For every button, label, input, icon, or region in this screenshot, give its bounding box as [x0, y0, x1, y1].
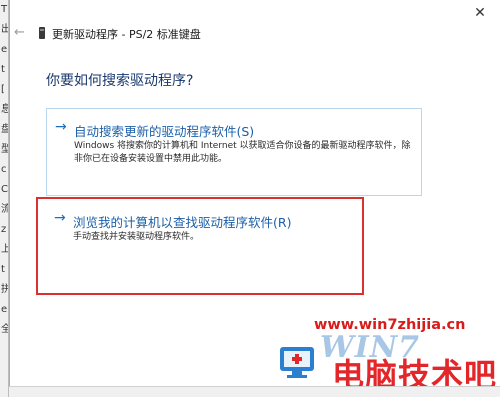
- taskbar-strip: [9, 386, 500, 397]
- option-title[interactable]: 浏览我的计算机以查找驱动程序软件(R): [73, 212, 291, 231]
- option-description: Windows 将搜索你的计算机和 Internet 以获取适合你设备的最新驱动…: [74, 141, 411, 164]
- watermark-monitor-icon: [280, 347, 314, 378]
- background-window-strip: T 出 e t [ 息 盘 型 c C 流 z 上 t 拼 e 全: [0, 0, 9, 397]
- strip-char: t: [1, 64, 5, 75]
- close-button[interactable]: ✕: [468, 4, 492, 22]
- strip-char: 息: [0, 100, 8, 120]
- update-driver-dialog: ← 更新驱动程序 - PS/2 标准键盘 ✕ 你要如何搜索驱动程序? → 自动搜…: [9, 0, 500, 397]
- strip-char: [: [1, 84, 5, 95]
- option-description: 手动查找并安装驱动程序软件。: [73, 232, 200, 242]
- strip-char: 型: [0, 140, 8, 160]
- strip-char: 全: [0, 320, 8, 340]
- strip-char: t: [1, 264, 5, 275]
- strip-char: 上: [0, 240, 8, 260]
- keyboard-device-icon: [39, 27, 45, 39]
- strip-char: T: [1, 4, 8, 15]
- arrow-right-icon: →: [55, 119, 67, 135]
- strip-char: z: [1, 224, 7, 235]
- option-browse-computer[interactable]: → 浏览我的计算机以查找驱动程序软件(R) 手动查找并安装驱动程序软件。: [46, 200, 422, 290]
- strip-char: 流: [0, 200, 8, 220]
- page-heading: 你要如何搜索驱动程序?: [46, 73, 194, 89]
- back-arrow-icon[interactable]: ←: [14, 25, 25, 40]
- option-auto-search[interactable]: → 自动搜索更新的驱动程序软件(S) Windows 将搜索你的计算机和 Int…: [46, 108, 422, 196]
- strip-char: C: [1, 184, 8, 195]
- arrow-right-icon: →: [54, 210, 66, 226]
- window-title: 更新驱动程序 - PS/2 标准键盘: [52, 28, 201, 41]
- strip-char: e: [1, 304, 8, 315]
- title-bar: ← 更新驱动程序 - PS/2 标准键盘 ✕: [10, 0, 500, 50]
- strip-char: c: [1, 164, 7, 175]
- strip-char: 盘: [0, 120, 8, 140]
- strip-char: 拼: [0, 280, 8, 300]
- option-title[interactable]: 自动搜索更新的驱动程序软件(S): [74, 121, 254, 140]
- strip-char: 出: [0, 20, 8, 40]
- strip-char: e: [1, 44, 8, 55]
